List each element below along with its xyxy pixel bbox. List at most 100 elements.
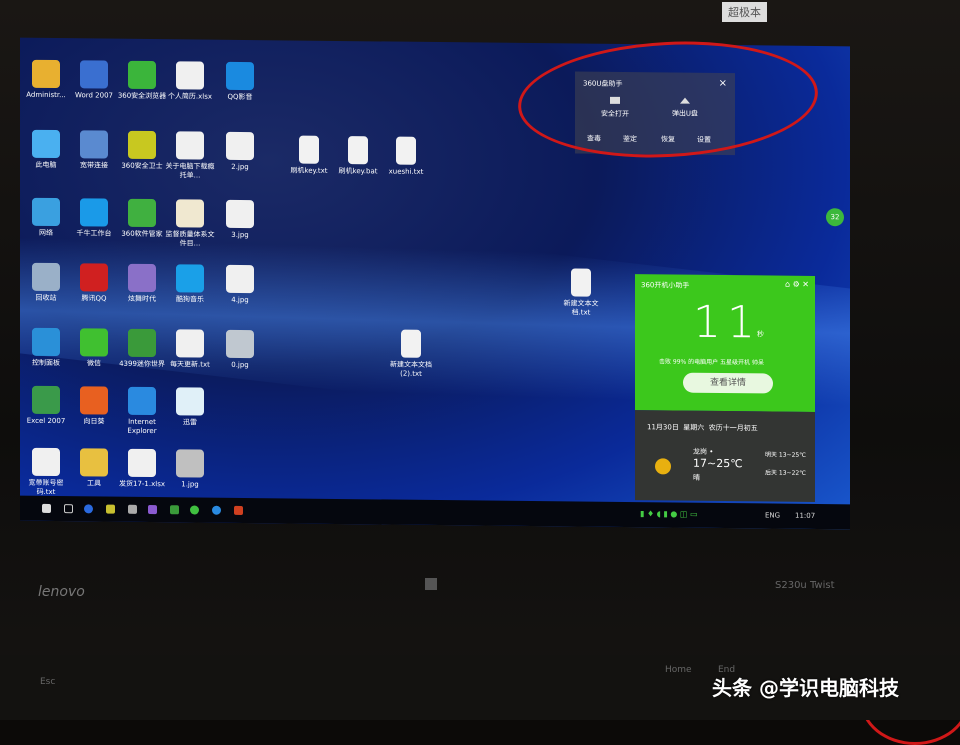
desktop-file[interactable]: 新建文本文档.txt bbox=[555, 268, 607, 318]
taskbar-app-360[interactable] bbox=[190, 505, 199, 515]
icon-label: 2.jpg bbox=[231, 162, 249, 172]
date-line: 11月30日 星期六 农历十一月初五 bbox=[647, 423, 758, 433]
desktop-icon[interactable]: Excel 2007 bbox=[20, 385, 72, 427]
widget-title: 360开机小助手 bbox=[641, 281, 690, 290]
icon-label: 向日葵 bbox=[83, 417, 105, 426]
desktop-icon[interactable]: 工具 bbox=[68, 448, 120, 489]
desktop-file[interactable]: 刷机key.bat bbox=[332, 136, 384, 177]
forecast-tomorrow: 明天 13~25℃ bbox=[765, 451, 806, 459]
desktop-icon[interactable]: 腾讯QQ bbox=[68, 263, 120, 304]
icon-label: 控制面板 bbox=[32, 358, 60, 368]
boot-time-panel: 360开机小助手 ⌂ ⚙ ✕ 11 秒 击败 99% 的电脑用户 五星级开机 帅… bbox=[635, 274, 815, 412]
desktop-icon[interactable]: 3.jpg bbox=[214, 199, 266, 241]
desktop-icon[interactable]: 每天更新.txt bbox=[164, 329, 216, 370]
desktop-icon[interactable]: 监督质量体系文件目... bbox=[164, 199, 216, 249]
taskbar-app-explorer[interactable] bbox=[106, 504, 115, 514]
weather-condition: 晴 bbox=[693, 473, 700, 482]
taskbar-app-red[interactable] bbox=[234, 505, 243, 515]
file-label: 新建文本文档.txt bbox=[563, 299, 599, 317]
taskbar-app-ie[interactable] bbox=[212, 505, 221, 515]
file-icon bbox=[348, 136, 368, 165]
desktop-icon[interactable]: 发货17-1.xlsx bbox=[116, 448, 168, 490]
app-icon bbox=[32, 59, 60, 89]
icon-label: Excel 2007 bbox=[26, 416, 66, 426]
app-icon bbox=[80, 386, 108, 415]
icon-label: 微信 bbox=[87, 359, 101, 368]
file-label: xueshi.txt bbox=[388, 167, 424, 176]
desktop-icon[interactable]: Internet Explorer bbox=[116, 386, 168, 437]
icon-label: 宽带账号密码.txt bbox=[28, 478, 64, 497]
desktop-icon[interactable]: 360安全卫士 bbox=[116, 130, 168, 172]
desktop-icon[interactable]: Word 2007 bbox=[68, 60, 120, 101]
desktop-file[interactable]: 新建文本文档 (2).txt bbox=[385, 329, 437, 379]
task-view-button[interactable] bbox=[64, 504, 73, 514]
icon-label: 0.jpg bbox=[231, 360, 249, 370]
icon-label: 千牛工作台 bbox=[76, 229, 112, 238]
icon-label: 网络 bbox=[39, 228, 53, 237]
key-esc[interactable]: Esc bbox=[40, 677, 55, 687]
taskbar-app-store[interactable] bbox=[128, 504, 137, 514]
icon-label: 迅雷 bbox=[183, 418, 197, 427]
app-icon bbox=[226, 199, 254, 229]
app-icon bbox=[176, 387, 204, 416]
desktop-icon[interactable]: 炫舞时代 bbox=[116, 263, 168, 305]
language-indicator[interactable]: ENG bbox=[765, 511, 780, 519]
windows-button[interactable] bbox=[425, 578, 437, 590]
side-badge[interactable]: 32 bbox=[826, 208, 844, 227]
app-icon bbox=[128, 198, 156, 228]
desktop-icon[interactable]: 此电脑 bbox=[20, 129, 72, 171]
desktop-icon[interactable]: 千牛工作台 bbox=[68, 198, 120, 239]
taskbar-app-browser[interactable] bbox=[84, 504, 93, 514]
app-icon bbox=[80, 448, 108, 477]
taskbar-app-wechat[interactable] bbox=[170, 505, 179, 515]
desktop-icon[interactable]: 回收站 bbox=[20, 262, 72, 304]
watermark: 头条 @学识电脑科技 bbox=[712, 676, 899, 700]
app-icon bbox=[128, 130, 156, 160]
icon-label: 酷狗音乐 bbox=[176, 295, 204, 304]
icon-label: QQ影音 bbox=[227, 92, 253, 102]
clock[interactable]: 11:07 bbox=[795, 512, 815, 520]
file-label: 新建文本文档 (2).txt bbox=[390, 360, 432, 378]
desktop-icon[interactable]: 0.jpg bbox=[214, 329, 266, 371]
desktop-icon[interactable]: 控制面板 bbox=[20, 327, 72, 369]
file-icon bbox=[571, 268, 591, 297]
icon-label: 4399迷你世界 bbox=[119, 359, 165, 369]
desktop-icon[interactable]: QQ影音 bbox=[214, 61, 266, 103]
desktop-icon[interactable]: 迅雷 bbox=[164, 387, 216, 428]
key-home[interactable]: Home bbox=[665, 665, 692, 675]
window-controls[interactable]: ⌂ ⚙ ✕ bbox=[785, 280, 809, 289]
icon-label: 宽带连接 bbox=[80, 161, 108, 170]
desktop-icon[interactable]: 360安全浏览器 bbox=[116, 60, 168, 102]
desktop-icon[interactable]: 4.jpg bbox=[214, 264, 266, 306]
icon-label: 腾讯QQ bbox=[81, 294, 107, 303]
desktop-icon[interactable]: 360软件管家 bbox=[116, 198, 168, 240]
boot-helper-widget: 360开机小助手 ⌂ ⚙ ✕ 11 秒 击败 99% 的电脑用户 五星级开机 帅… bbox=[635, 274, 815, 502]
desktop-icon[interactable]: 个人简历.xlsx bbox=[164, 61, 216, 102]
desktop-file[interactable]: 刷机key.txt bbox=[283, 135, 335, 176]
desktop-icon[interactable]: 2.jpg bbox=[214, 131, 266, 173]
desktop-icon[interactable]: 4399迷你世界 bbox=[116, 328, 168, 370]
app-icon bbox=[176, 264, 204, 293]
desktop-icon[interactable]: 宽带账号密码.txt bbox=[20, 447, 72, 498]
weather-panel: 11月30日 星期六 农历十一月初五 龙岗 • 17~25℃ 晴 明天 13~2… bbox=[635, 410, 815, 502]
desktop-file[interactable]: xueshi.txt bbox=[380, 136, 432, 177]
tray-icons[interactable]: ▮ ♦ ◖ ▮ ● ◫ ▭ bbox=[640, 509, 698, 519]
desktop-icon[interactable]: 向日葵 bbox=[68, 386, 120, 427]
desktop-icon[interactable]: 酷狗音乐 bbox=[164, 264, 216, 305]
icon-label: 1.jpg bbox=[181, 480, 199, 489]
desktop-icon[interactable]: 网络 bbox=[20, 197, 72, 239]
desktop-icon[interactable]: Administr... bbox=[20, 59, 72, 101]
icon-label: 360软件管家 bbox=[121, 229, 163, 239]
icon-label: Administr... bbox=[26, 90, 66, 100]
taskbar-app-purple[interactable] bbox=[148, 504, 157, 515]
details-button[interactable]: 查看详情 bbox=[683, 372, 773, 394]
icon-label: 工具 bbox=[87, 479, 101, 488]
app-icon bbox=[128, 263, 156, 293]
app-icon bbox=[128, 328, 156, 358]
start-button[interactable] bbox=[42, 503, 51, 513]
desktop-icon[interactable]: 关于电脑下载瘾托单... bbox=[164, 131, 216, 181]
desktop-icon[interactable]: 1.jpg bbox=[164, 449, 216, 490]
file-icon bbox=[401, 329, 421, 358]
desktop-icon[interactable]: 微信 bbox=[68, 328, 120, 369]
desktop-icon[interactable]: 宽带连接 bbox=[68, 130, 120, 171]
